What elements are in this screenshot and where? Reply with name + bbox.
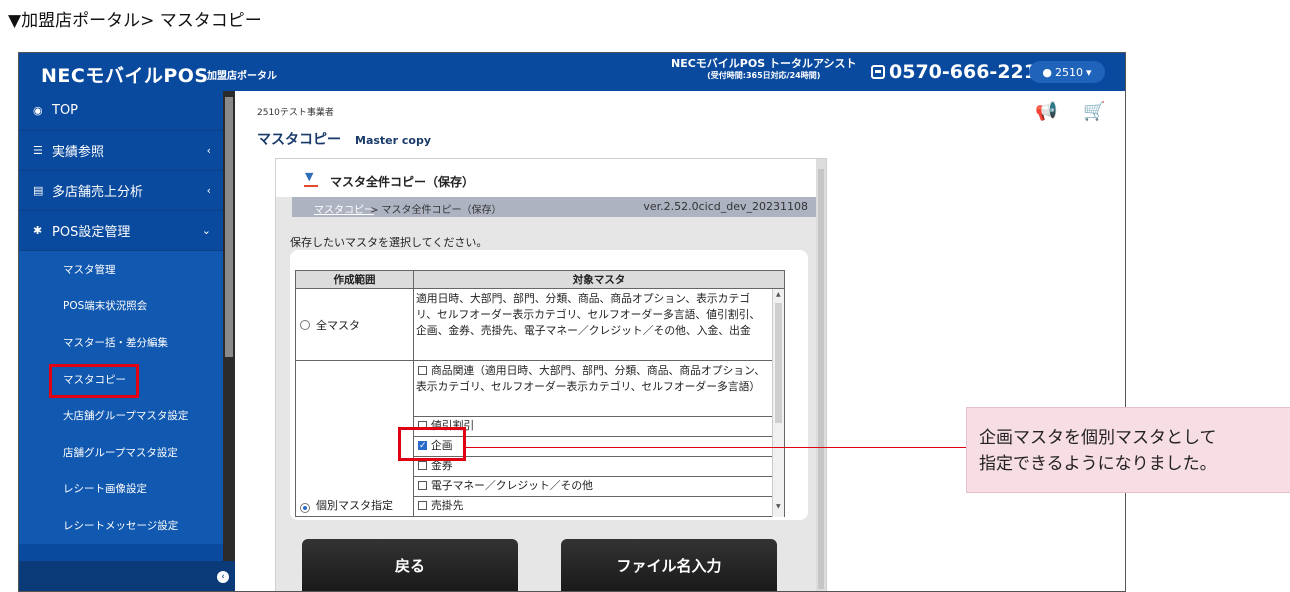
caret-down-icon: ▾ (1086, 65, 1092, 79)
panel-title: マスタ全件コピー（保存） (330, 175, 475, 189)
scroll-up-icon[interactable]: ▲ (776, 291, 781, 298)
checkbox[interactable] (418, 461, 427, 470)
all-master-option[interactable]: 全マスタ (296, 289, 414, 361)
checkbox[interactable] (418, 366, 427, 375)
radio-label: 全マスタ (316, 318, 360, 332)
phone-number: 0570-666-221 (889, 61, 1037, 83)
document-heading: ▼加盟店ポータル> マスタコピー (8, 11, 262, 31)
scroll-thumb[interactable] (818, 169, 824, 589)
instruction-text: 保存したいマスタを選択してください。 (290, 236, 488, 249)
scroll-thumb[interactable] (225, 97, 233, 357)
megaphone-icon[interactable]: 📢 (1035, 101, 1057, 122)
download-icon (304, 170, 318, 187)
checkbox-row-product[interactable]: 商品関連（適用日時、大部門、部門、分類、商品、商品オプション、表示カテゴリ、セル… (414, 361, 772, 417)
sidebar-footer: ‹ (19, 561, 235, 591)
sidebar-item-label: 実績参照 (52, 145, 105, 160)
column-header-target: 対象マスタ (414, 271, 784, 289)
app-window: NECモバイルPOS 加盟店ポータル NECモバイルPOS トータルアシスト (… (18, 52, 1126, 592)
chevron-down-icon: ⌄ (201, 224, 211, 237)
scroll-down-icon[interactable]: ▼ (776, 503, 781, 510)
user-menu-button[interactable]: ● 2510 ▾ (1029, 61, 1105, 83)
sidebar-item-multistore-sales[interactable]: ▤ 多店舗売上分析 ‹ (19, 171, 223, 211)
sidebar-item-top[interactable]: ◉ TOP (19, 91, 223, 131)
brand-logo[interactable]: NECモバイルPOS (41, 61, 209, 88)
callout-line (466, 447, 966, 448)
highlight-box (398, 427, 466, 461)
user-id: 2510 (1055, 65, 1084, 79)
checkbox[interactable] (418, 481, 427, 490)
checkbox-label: 電子マネー／クレジット／その他 (431, 479, 593, 492)
panel-scrollbar[interactable] (816, 159, 826, 591)
radio-all-master[interactable] (300, 319, 310, 330)
sidebar-item-results[interactable]: ☰ 実績参照 ‹ (19, 131, 223, 171)
scroll-thumb[interactable] (775, 303, 782, 423)
panel-header: マスタ全件コピー（保存） (276, 159, 816, 197)
list-icon: ☰ (33, 144, 43, 157)
callout-line-1: 企画マスタを個別マスタとして (979, 428, 1217, 448)
support-phone: 0570-666-221 (871, 61, 1037, 83)
sidebar-subitem-store-group[interactable]: 店舗グループマスタ設定 (19, 433, 223, 471)
table-scrollbar[interactable]: ▲ ▼ (772, 289, 784, 517)
callout-note: 企画マスタを個別マスタとして 指定できるようになりました。 (966, 407, 1290, 493)
checkbox-row-voucher[interactable]: 金券 (414, 457, 772, 477)
database-icon: ▤ (33, 184, 44, 197)
user-icon: ● (1042, 65, 1053, 79)
checkbox-label: 商品関連（適用日時、大部門、部門、分類、商品、商品オプション、表示カテゴリ、セル… (416, 364, 766, 393)
breadcrumb-current: > マスタ全件コピー（保存） (370, 205, 502, 216)
version-label: ver.2.52.0cicd_dev_20231108 (643, 200, 808, 213)
sidebar-scrollbar[interactable] (223, 91, 235, 561)
chevron-left-icon: ‹ (206, 144, 211, 157)
company-name: 2510テスト事業者 (257, 108, 334, 118)
sidebar-item-pos-settings[interactable]: ✱ POS設定管理 ⌄ (19, 211, 223, 251)
sidebar-subitem-large-store-group[interactable]: 大店舗グループマスタ設定 (19, 397, 223, 434)
collapse-sidebar-icon[interactable]: ‹ (217, 571, 229, 583)
portal-label: 加盟店ポータル (207, 71, 277, 82)
sidebar-item-label: POS設定管理 (52, 225, 131, 240)
top-bar: NECモバイルPOS 加盟店ポータル NECモバイルPOS トータルアシスト (… (19, 53, 1125, 91)
breadcrumb: マスタコピー > マスタ全件コピー（保存） ver.2.52.0cicd_dev… (292, 197, 816, 217)
sidebar-subitem-bulk-edit[interactable]: マスター括・差分編集 (19, 324, 223, 361)
checkbox-label: 売掛先 (431, 499, 464, 512)
page-title: マスタコピー Master copy (257, 129, 431, 149)
breadcrumb-link[interactable]: マスタコピー (314, 201, 374, 216)
page-title-en: Master copy (355, 134, 432, 147)
chevron-left-icon: ‹ (206, 184, 211, 197)
checkbox-row-credit-account[interactable]: 売掛先 (414, 497, 772, 517)
individual-master-option[interactable]: 個別マスタ指定 (296, 361, 414, 517)
sidebar-subitem-pos-status[interactable]: POS端末状況照会 (19, 287, 223, 325)
cart-icon[interactable]: 🛒 (1083, 101, 1105, 122)
sidebar: ◉ TOP ☰ 実績参照 ‹ ▤ 多店舗売上分析 ‹ ✱ POS設定管理 ⌄ マ… (19, 91, 223, 591)
all-master-description: 適用日時、大部門、部門、分類、商品、商品オプション、表示カテゴリ、セルフオーダー… (414, 289, 772, 361)
master-table: 作成範囲 対象マスタ 全マスタ 適用日時、大部門、部門、分類、商品、商品オプショ… (295, 270, 785, 517)
support-hours: (受付時間:365日対応/24時間) (707, 70, 821, 80)
radio-individual-master[interactable] (300, 503, 310, 513)
column-header-scope: 作成範囲 (296, 271, 414, 289)
sidebar-subitem-receipt-message[interactable]: レシートメッセージ設定 (19, 507, 223, 544)
sidebar-subitem-master-copy[interactable]: マスタコピー (19, 360, 223, 398)
phone-icon (871, 65, 885, 79)
sidebar-subitem-receipt-image[interactable]: レシート画像設定 (19, 470, 223, 508)
radio-label: 個別マスタ指定 (316, 499, 393, 512)
gear-icon: ✱ (33, 224, 43, 237)
filename-input-button[interactable]: ファイル名入力 (561, 539, 777, 591)
sidebar-item-label: 多店舗売上分析 (52, 185, 144, 200)
checkbox-row-emoney[interactable]: 電子マネー／クレジット／その他 (414, 477, 772, 497)
sidebar-item-label: TOP (52, 103, 79, 118)
page-title-ja: マスタコピー (257, 132, 341, 148)
checkbox-row-discount[interactable]: 値引割引 (414, 417, 772, 437)
sidebar-subitem-master-management[interactable]: マスタ管理 (19, 251, 223, 288)
support-title: NECモバイルPOS トータルアシスト (671, 57, 857, 70)
checkbox[interactable] (418, 501, 427, 510)
back-button[interactable]: 戻る (302, 539, 518, 591)
highlight-box (49, 363, 139, 398)
dashboard-icon: ◉ (33, 104, 43, 117)
callout-line-2: 指定できるようになりました。 (979, 454, 1217, 474)
support-info: NECモバイルPOS トータルアシスト (受付時間:365日対応/24時間) (671, 57, 857, 80)
